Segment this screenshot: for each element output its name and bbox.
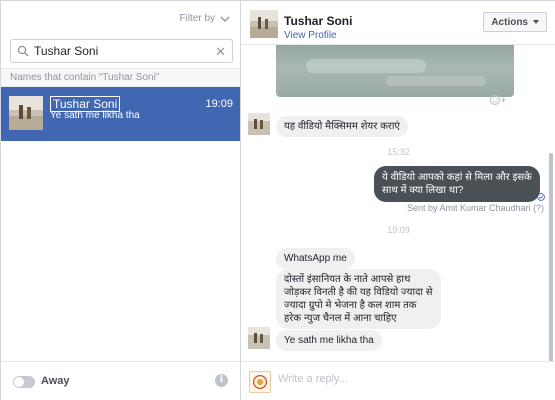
header-avatar[interactable]	[250, 10, 278, 38]
message-line: जोड़कर विनती है की यह विडियो ज्यादा से	[284, 287, 433, 298]
message-line: दोस्तों इंसानियत के नाते आपसे हाथ	[284, 274, 411, 285]
search-results-label: Names that contain “Tushar Soni”	[1, 68, 240, 87]
sender-avatar	[248, 327, 270, 349]
search-box: ✕	[10, 39, 233, 63]
sent-check-icon	[537, 193, 545, 201]
chevron-down-icon	[220, 16, 230, 22]
away-toggle[interactable]	[13, 376, 35, 388]
contact-name: Tushar Soni	[284, 14, 353, 28]
outgoing-message: ये वीडियो आपको कहां से मिला और इसके साथ …	[374, 166, 540, 202]
outgoing-line: ये वीडियो आपको कहां से मिला और इसके	[382, 172, 532, 183]
incoming-message: WhatsApp me	[276, 248, 355, 269]
conversation-header: Tushar Soni View Profile Actions	[241, 1, 555, 45]
filter-by-label: Filter by	[179, 13, 215, 24]
timestamp: 19:09	[387, 225, 410, 235]
timestamp: 15:32	[387, 147, 410, 157]
caret-down-icon	[533, 20, 539, 24]
message-line: हरेक न्युज चैनल में आना चाहिए	[284, 313, 397, 324]
actions-label: Actions	[491, 16, 528, 28]
incoming-message: यह वीडियो मैक्सिमम शेयर कराएं	[276, 116, 408, 137]
reply-input[interactable]	[278, 373, 538, 385]
actions-button[interactable]: Actions	[483, 12, 547, 32]
page-avatar	[249, 371, 271, 393]
conversation-list-panel: Filter by ✕ Names that contain “Tushar S…	[1, 1, 241, 400]
outgoing-line: साथ में क्या लिखा था?	[382, 185, 464, 196]
search-input[interactable]	[34, 44, 216, 58]
conversation-panel: Tushar Soni View Profile Actions यह वीडि	[241, 1, 555, 400]
thread-scrollbar[interactable]	[549, 153, 553, 361]
contact-avatar	[9, 96, 43, 130]
left-footer: Away i	[1, 361, 240, 400]
video-attachment[interactable]	[276, 45, 514, 97]
video-frame-detail	[386, 76, 486, 86]
filter-by-dropdown[interactable]: Filter by	[179, 13, 230, 24]
sent-by-label: Sent by Amit Kumar Chaudhari (?)	[406, 203, 544, 213]
info-icon[interactable]: i	[215, 374, 228, 387]
message-thread: यह वीडियो मैक्सिमम शेयर कराएं 15:32 ये व…	[241, 45, 555, 361]
react-emoji-icon[interactable]	[489, 94, 507, 106]
reply-bar	[241, 361, 555, 400]
sender-avatar	[248, 113, 270, 135]
away-label: Away	[41, 375, 70, 387]
message-line: ज्यादा ग्रुपो मे भेजना है कल शाम तक	[284, 300, 417, 311]
search-icon	[17, 45, 29, 57]
conversation-item[interactable]: Tushar Soni 19:09 Ye sath me likha tha	[1, 87, 240, 141]
conversation-time: 19:09	[205, 98, 233, 110]
conversation-name: Tushar Soni	[50, 96, 121, 112]
incoming-message: दोस्तों इंसानियत के नाते आपसे हाथ जोड़कर…	[276, 269, 441, 329]
conversation-snippet: Ye sath me likha tha	[50, 110, 140, 121]
inbox-window: Filter by ✕ Names that contain “Tushar S…	[0, 0, 555, 400]
incoming-message: Ye sath me likha tha	[276, 330, 382, 351]
view-profile-link[interactable]: View Profile	[284, 30, 337, 41]
clear-search-icon[interactable]: ✕	[215, 45, 226, 58]
video-frame-detail	[306, 59, 426, 73]
